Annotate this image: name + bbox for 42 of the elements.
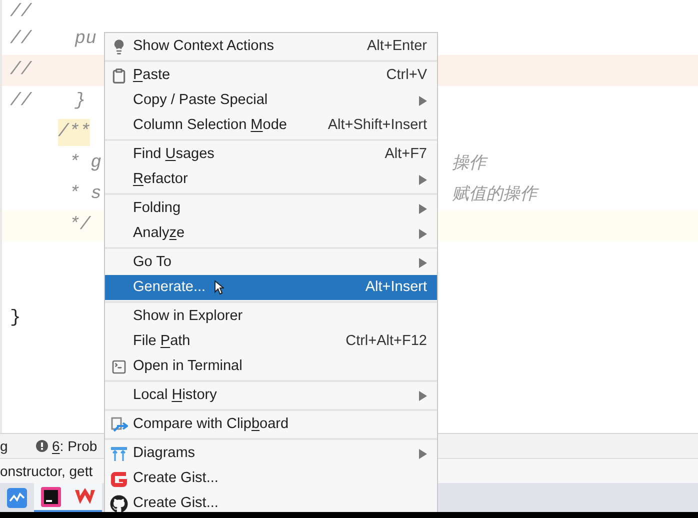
code-comment: // }	[10, 90, 86, 113]
tool-window-tab[interactable]: g	[0, 436, 36, 456]
menu-item[interactable]: Generate... Alt+Insert	[105, 275, 437, 300]
code-comment: */	[69, 214, 91, 237]
code-comment: 操作	[452, 152, 486, 175]
code-comment: 赋值的操作	[452, 182, 537, 206]
compare-clipboard-icon	[110, 416, 128, 434]
office-app-icon[interactable]	[74, 488, 96, 506]
diagram-icon	[110, 446, 128, 462]
code-brace: }	[10, 307, 21, 330]
code-comment: //	[10, 59, 32, 82]
code-comment: * s	[69, 183, 102, 206]
menu-item[interactable]: Show in Explorer	[105, 304, 437, 329]
menu-item[interactable]: Copy / Paste Special	[105, 88, 437, 113]
menu-item[interactable]: Local History	[105, 383, 437, 408]
clipboard-icon	[111, 68, 127, 84]
menu-item[interactable]: Compare with Clipboard	[105, 412, 437, 437]
menu-item[interactable]: Paste Ctrl+V	[105, 63, 437, 88]
menu-item[interactable]: Find Usages Alt+F7	[105, 142, 437, 167]
menu-item[interactable]: Show Context Actions Alt+Enter	[105, 34, 437, 59]
menu-item[interactable]: Column Selection Mode Alt+Shift+Insert	[105, 113, 437, 138]
github-icon	[110, 494, 128, 512]
menu-item[interactable]: File Path Ctrl+Alt+F12	[105, 329, 437, 354]
code-comment: // pu	[10, 28, 96, 51]
menu-item[interactable]: Create Gist...	[105, 491, 437, 516]
terminal-icon	[111, 358, 127, 374]
code-comment: //	[10, 0, 32, 24]
code-comment: /**	[58, 119, 90, 146]
menu-item[interactable]: Folding	[105, 196, 437, 221]
code-comment: * g	[69, 152, 102, 175]
warning-icon	[36, 440, 48, 452]
status-message: onstructor, gett	[0, 462, 93, 481]
activity-app-icon[interactable]	[7, 488, 27, 508]
ide-app-icon[interactable]	[41, 486, 61, 506]
menu-item[interactable]: Refactor	[105, 167, 437, 192]
menu-item[interactable]: Create Gist...	[105, 466, 437, 491]
mouse-cursor-icon	[214, 280, 224, 295]
problems-tab[interactable]: 6: Prob	[36, 434, 98, 458]
menu-item[interactable]: Open in Terminal	[105, 354, 437, 379]
menu-item[interactable]: Diagrams	[105, 441, 437, 466]
menu-item[interactable]: Analyze	[105, 221, 437, 246]
menu-item[interactable]: Go To	[105, 250, 437, 275]
